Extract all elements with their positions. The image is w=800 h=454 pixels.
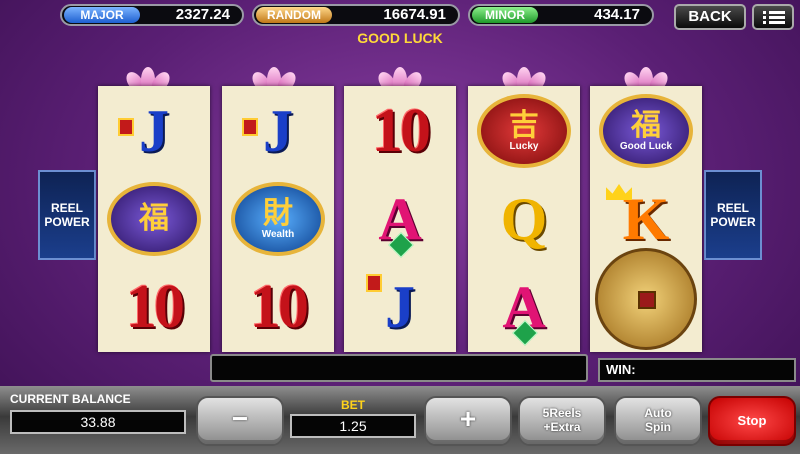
symbol-j: J <box>98 88 210 174</box>
menu-icon <box>763 11 785 25</box>
jackpot-major: MAJOR 2327.24 <box>60 4 244 26</box>
lucky-coin-icon: 吉 Lucky <box>477 94 571 168</box>
wealth-coin-icon: 財 Wealth <box>231 182 325 256</box>
reel-power-text: POWER <box>710 215 756 229</box>
jackpot-major-value: 2327.24 <box>175 6 230 23</box>
symbol-10-text: 10 <box>126 272 185 341</box>
jackpot-major-label: MAJOR <box>64 7 140 23</box>
balance-label: CURRENT BALANCE <box>10 392 131 406</box>
symbol-10-text: 10 <box>250 272 309 341</box>
lucky-glyph: 吉 <box>509 108 539 142</box>
good-luck-glyph: 福 <box>631 108 661 142</box>
five-reels-extra-button[interactable]: 5Reels +Extra <box>518 396 606 446</box>
symbol-10: 10 <box>344 88 456 174</box>
bet-minus-button[interactable]: − <box>196 396 284 446</box>
symbol-wealth-coin: 財 Wealth <box>222 176 334 262</box>
jackpot-random: RANDOM 16674.91 <box>252 4 460 26</box>
symbol-10: 10 <box>222 264 334 350</box>
symbol-10-text: 10 <box>372 96 431 165</box>
balance-panel: CURRENT BALANCE 33.88 <box>10 392 186 442</box>
top-bar: MAJOR 2327.24 RANDOM 16674.91 MINOR 434.… <box>0 0 800 30</box>
symbol-j-text: J <box>139 98 169 164</box>
reel-power-text: POWER <box>44 215 90 229</box>
menu-button[interactable] <box>752 4 794 30</box>
symbol-a: A <box>468 264 580 350</box>
good-luck-caption: Good Luck <box>619 140 673 152</box>
reel-power-text: REEL <box>716 201 749 215</box>
balance-value: 33.88 <box>10 410 186 434</box>
jackpot-random-label: RANDOM <box>256 7 332 23</box>
jackpot-random-value: 16674.91 <box>383 6 446 23</box>
reel-power-badge-left: REEL POWER <box>38 170 96 260</box>
symbol-lucky-coin: 吉 Lucky <box>468 88 580 174</box>
bet-label: BET <box>341 398 365 412</box>
chip-icon <box>118 118 134 136</box>
symbol-j-text: J <box>385 274 415 340</box>
symbol-gold-coin <box>590 248 702 350</box>
reel-1: J 福 10 <box>98 86 210 352</box>
red-envelope-icon: 福 <box>107 182 201 256</box>
win-label: WIN: <box>606 362 636 377</box>
symbol-a: A <box>344 176 456 262</box>
reel-power-text: REEL <box>50 201 83 215</box>
envelope-glyph: 福 <box>139 202 169 235</box>
good-luck-banner: GOOD LUCK <box>357 30 443 46</box>
auto-label: Auto <box>644 406 672 420</box>
reel-4: 吉 Lucky Q A <box>468 86 580 352</box>
bet-plus-button[interactable]: + <box>424 396 512 446</box>
spin-label: Spin <box>645 420 671 434</box>
symbol-q: Q <box>468 176 580 262</box>
gold-coin-icon <box>595 248 697 350</box>
wealth-caption: Wealth <box>261 228 295 240</box>
wealth-glyph: 財 <box>263 196 293 230</box>
symbol-good-luck-coin: 福 Good Luck <box>590 88 702 174</box>
reel-5: 福 Good Luck K <box>590 86 702 352</box>
lucky-caption: Lucky <box>509 140 539 152</box>
reel-power-badge-right: REEL POWER <box>704 170 762 260</box>
five-reels-label: 5Reels <box>542 406 582 420</box>
jackpot-minor-value: 434.17 <box>594 6 640 23</box>
extra-label: +Extra <box>543 420 581 434</box>
symbol-j: J <box>222 88 334 174</box>
message-bar <box>210 354 588 382</box>
bet-value: 1.25 <box>290 414 416 438</box>
symbol-j-text: J <box>263 98 293 164</box>
win-display: WIN: <box>598 358 796 382</box>
good-luck-coin-icon: 福 Good Luck <box>599 94 693 168</box>
symbol-j: J <box>344 264 456 350</box>
auto-spin-button[interactable]: Auto Spin <box>614 396 702 446</box>
chip-icon <box>242 118 258 136</box>
reel-3: 10 A J <box>344 86 456 352</box>
symbol-10: 10 <box>98 264 210 350</box>
chip-icon <box>366 274 382 292</box>
symbol-red-envelope-coin: 福 <box>98 176 210 262</box>
stop-button[interactable]: Stop <box>708 396 796 446</box>
back-button[interactable]: BACK <box>674 4 746 30</box>
reel-2: J 財 Wealth 10 <box>222 86 334 352</box>
symbol-q-text: Q <box>500 186 548 252</box>
jackpot-minor-label: MINOR <box>472 7 538 23</box>
jackpot-minor: MINOR 434.17 <box>468 4 654 26</box>
